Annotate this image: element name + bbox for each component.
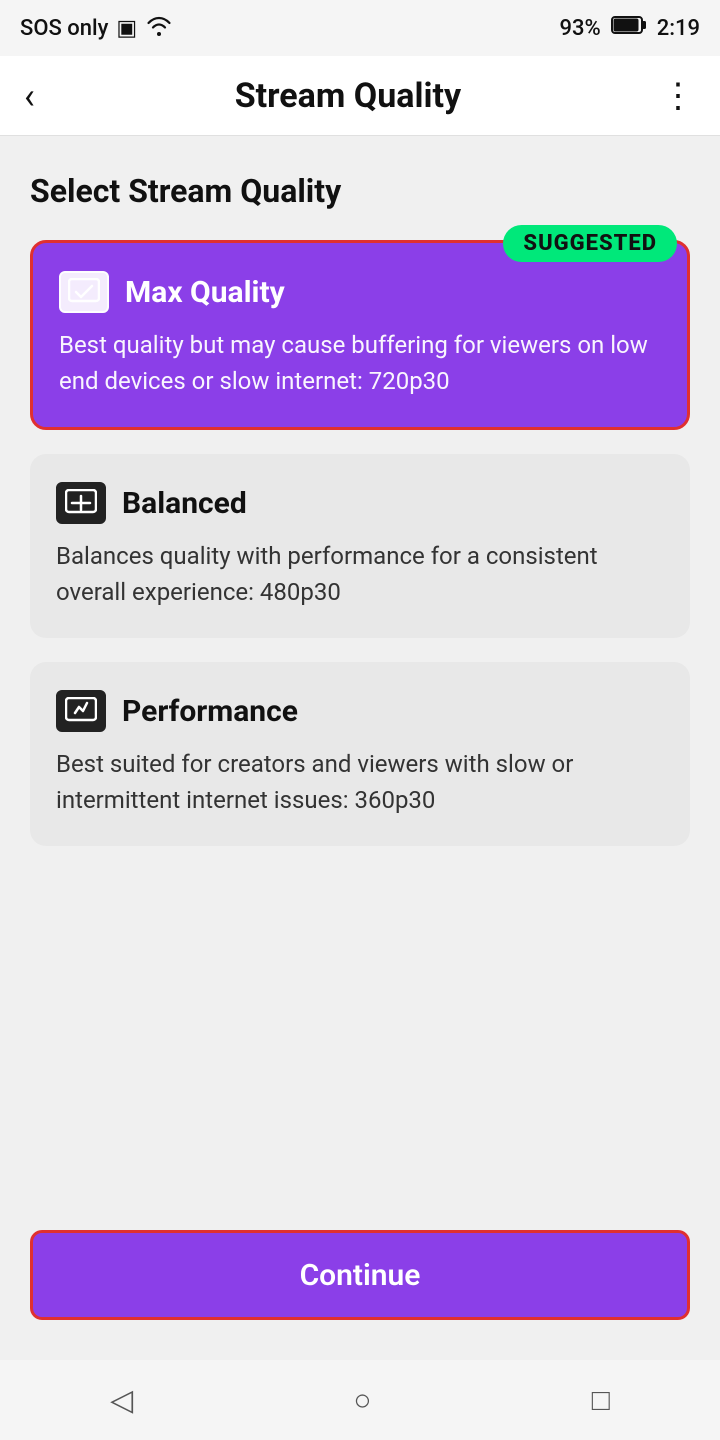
battery-text: 93% [559,16,600,41]
suggested-badge: SUGGESTED [503,225,677,262]
balanced-quality-icon [56,482,106,524]
card-header-max: Max Quality [59,271,661,313]
page-title: Stream Quality [235,76,461,116]
bottom-bar: Continue [0,1210,720,1360]
performance-quality-icon [56,690,106,732]
status-bar: SOS only ▣ 93% 2:19 [0,0,720,56]
time-text: 2:19 [657,16,700,41]
bottom-nav: ◁ ○ □ [0,1360,720,1440]
card-header-balanced: Balanced [56,482,664,524]
nav-home-icon[interactable]: ○ [353,1383,371,1418]
sos-text: SOS only [20,16,108,41]
continue-button[interactable]: Continue [30,1230,690,1320]
nav-back-icon[interactable]: ◁ [110,1383,133,1418]
battery-icon [611,15,647,41]
section-title: Select Stream Quality [30,172,690,210]
performance-quality-desc: Best suited for creators and viewers wit… [56,746,664,818]
continue-label: Continue [300,1258,421,1293]
nav-bar: ‹ Stream Quality ⋮ [0,56,720,136]
signal-icon: ▣ [116,16,137,41]
performance-quality-title: Performance [122,694,298,729]
wifi-icon [145,14,173,42]
status-left: SOS only ▣ [20,14,173,42]
performance-quality-card[interactable]: Performance Best suited for creators and… [30,662,690,846]
balanced-quality-card[interactable]: Balanced Balances quality with performan… [30,454,690,638]
status-right: 93% 2:19 [559,15,700,41]
more-menu-button[interactable]: ⋮ [661,76,696,116]
max-quality-icon [59,271,109,313]
balanced-quality-desc: Balances quality with performance for a … [56,538,664,610]
max-quality-desc: Best quality but may cause buffering for… [59,327,661,399]
nav-recents-icon[interactable]: □ [592,1383,610,1418]
balanced-quality-title: Balanced [122,486,247,521]
max-quality-title: Max Quality [125,275,285,310]
max-quality-card[interactable]: SUGGESTED Max Quality Best quality but m… [30,240,690,430]
back-button[interactable]: ‹ [24,78,35,114]
card-header-performance: Performance [56,690,664,732]
